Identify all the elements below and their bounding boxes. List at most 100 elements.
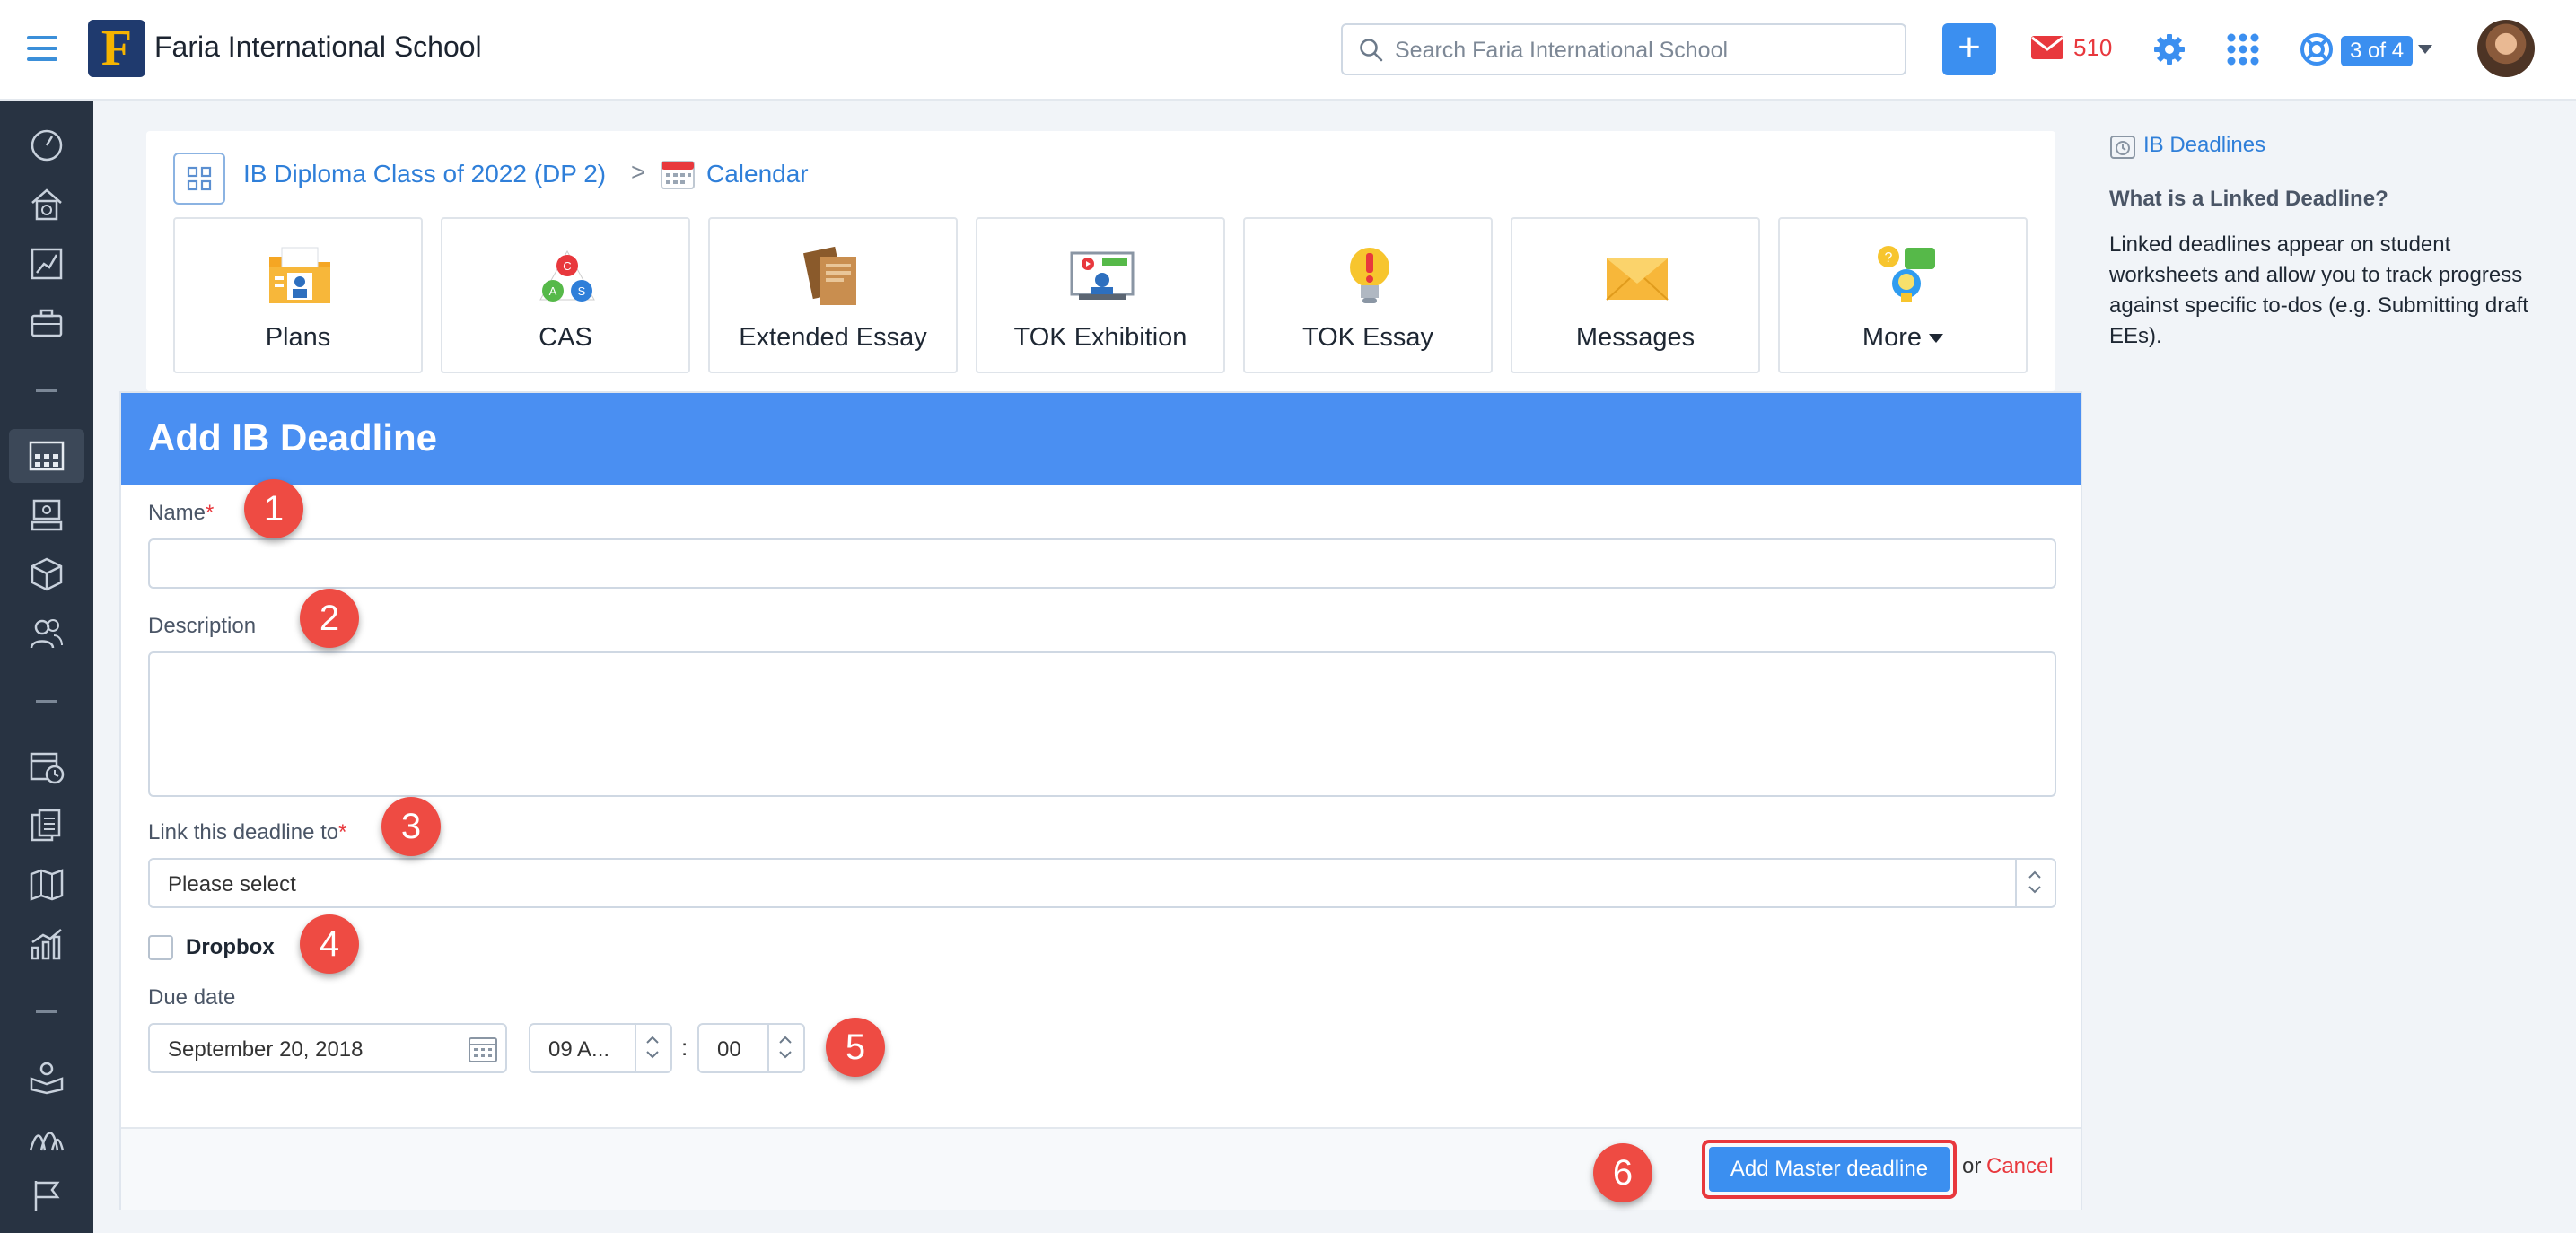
classes-icon[interactable]	[9, 429, 84, 483]
student-icon[interactable]	[9, 488, 84, 542]
more-label: More	[1862, 323, 1922, 352]
tile-label: TOK Exhibition	[1013, 323, 1187, 352]
link-label-text: Link this deadline to	[148, 820, 339, 844]
tile-messages[interactable]: Messages	[1511, 217, 1760, 373]
cas-icon: CA S	[539, 249, 595, 302]
home-clock-icon[interactable]	[9, 178, 84, 232]
breadcrumb-class[interactable]: IB Diploma Class of 2022 (DP 2)	[243, 160, 606, 188]
chevron-down-icon	[1929, 334, 1944, 344]
search-box[interactable]	[1341, 23, 1906, 75]
link-deadline-select[interactable]: Please select	[148, 858, 2056, 908]
dropbox-label: Dropbox	[186, 935, 275, 959]
tile-label: CAS	[539, 323, 592, 352]
gear-icon[interactable]	[2152, 32, 2186, 66]
class-navigation-card: IB Diploma Class of 2022 (DP 2) > Calend…	[146, 131, 2055, 391]
link-label: Link this deadline to*	[148, 820, 347, 845]
svg-text:C: C	[563, 259, 571, 273]
tile-plans[interactable]: Plans	[173, 217, 423, 373]
tile-extended-essay[interactable]: Extended Essay	[708, 217, 958, 373]
grid-view-button[interactable]	[173, 153, 225, 205]
time-separator: :	[681, 1034, 688, 1061]
name-input[interactable]	[148, 538, 2056, 589]
description-textarea[interactable]	[148, 651, 2056, 797]
tile-cas[interactable]: CAS CAS	[441, 217, 690, 373]
cube-icon[interactable]	[9, 547, 84, 601]
hour-value: 09 A...	[548, 1037, 610, 1062]
school-logo[interactable]: F	[88, 20, 145, 77]
briefcase-icon[interactable]	[9, 296, 84, 350]
hour-select[interactable]: 09 A...	[529, 1023, 672, 1073]
chevron-down-icon[interactable]	[2418, 45, 2432, 54]
tile-label: TOK Essay	[1301, 323, 1434, 352]
messages-icon	[1606, 258, 1669, 301]
add-button[interactable]: +	[1942, 23, 1996, 75]
breadcrumb-calendar[interactable]: Calendar	[706, 160, 809, 188]
map-icon[interactable]	[9, 858, 84, 912]
apps-grid-icon[interactable]	[2226, 32, 2260, 66]
avatar[interactable]	[2477, 20, 2535, 77]
hour-spinner[interactable]	[635, 1025, 670, 1071]
tile-more[interactable]: ? More	[1778, 217, 2028, 373]
highlight-frame: Add Master deadline	[1702, 1140, 1957, 1199]
top-header: F Faria International School + 510 3 of …	[0, 0, 2576, 101]
curriculum-icon[interactable]	[9, 1109, 84, 1163]
select-spinner[interactable]	[2015, 860, 2055, 906]
calendar-icon	[661, 161, 695, 189]
form-title: Add IB Deadline	[148, 416, 438, 459]
add-master-deadline-button[interactable]: Add Master deadline	[1709, 1147, 1950, 1192]
description-label: Description	[148, 614, 257, 638]
due-date-input[interactable]: September 20, 2018	[148, 1023, 507, 1073]
tok-exhibition-icon	[1070, 251, 1135, 300]
sidebar-divider	[36, 700, 57, 703]
chart-icon[interactable]	[9, 237, 84, 291]
search-input[interactable]	[1395, 32, 1888, 68]
school-name[interactable]: Faria International School	[154, 31, 482, 64]
due-date-value: September 20, 2018	[168, 1037, 364, 1062]
sidebar-divider	[36, 389, 57, 392]
dashboard-icon[interactable]	[9, 118, 84, 172]
step-marker-1: 1	[244, 479, 303, 538]
grid-icon	[187, 166, 212, 191]
help-lifebuoy-icon[interactable]	[2300, 32, 2334, 66]
tile-tok-exhibition[interactable]: TOK Exhibition	[976, 217, 1225, 373]
extended-essay-icon	[802, 246, 856, 305]
search-icon	[1360, 39, 1383, 62]
step-marker-2: 2	[300, 589, 359, 648]
calendar-icon[interactable]	[9, 739, 84, 793]
documents-icon[interactable]	[9, 799, 84, 853]
side-panel-text: Linked deadlines appear on student works…	[2109, 232, 2528, 348]
people-icon[interactable]	[9, 607, 84, 660]
menu-icon[interactable]	[27, 36, 57, 63]
ib-deadlines-link[interactable]: IB Deadlines	[2143, 133, 2265, 158]
calendar-picker-icon[interactable]	[468, 1035, 498, 1063]
tile-label: Plans	[265, 323, 331, 352]
chevron-updown-icon	[2028, 870, 2041, 894]
message-count[interactable]: 510	[2073, 34, 2112, 62]
reading-icon[interactable]	[9, 1050, 84, 1104]
select-value: Please select	[168, 872, 296, 896]
sidebar-divider	[36, 1010, 57, 1013]
tile-tok-essay[interactable]: TOK Essay	[1243, 217, 1493, 373]
mail-icon[interactable]	[2030, 34, 2064, 61]
required-mark: *	[338, 820, 347, 844]
cancel-link[interactable]: Cancel	[1986, 1154, 2054, 1179]
step-marker-3: 3	[381, 797, 441, 856]
step-marker-5: 5	[826, 1018, 885, 1077]
plans-icon	[269, 247, 330, 303]
required-mark: *	[206, 501, 215, 525]
tile-label: Extended Essay	[739, 323, 927, 352]
analytics-icon[interactable]	[9, 917, 84, 971]
chevron-updown-icon	[779, 1036, 792, 1059]
deadline-clock-icon	[2110, 136, 2135, 159]
dropbox-checkbox[interactable]	[148, 935, 173, 960]
minute-value: 00	[717, 1037, 741, 1062]
help-progress-badge[interactable]: 3 of 4	[2341, 36, 2414, 66]
minute-select[interactable]: 00	[697, 1023, 805, 1073]
svg-text:A: A	[549, 284, 557, 298]
minute-spinner[interactable]	[767, 1025, 803, 1071]
flag-icon[interactable]	[9, 1168, 84, 1222]
svg-text:S: S	[578, 284, 586, 298]
tile-label: More	[1780, 323, 2026, 353]
svg-text:?: ?	[1885, 250, 1893, 266]
chevron-updown-icon	[646, 1036, 659, 1059]
